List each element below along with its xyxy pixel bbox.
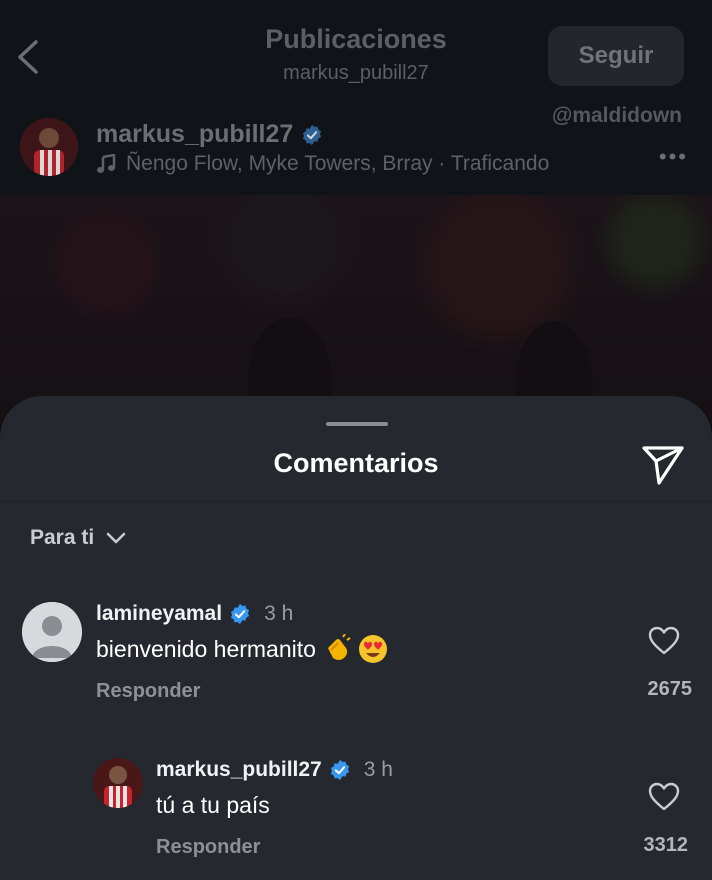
follow-button[interactable]: Seguir bbox=[548, 26, 684, 86]
comment-user-label: markus_pubill27 bbox=[156, 758, 322, 781]
sort-dropdown[interactable]: Para ti bbox=[30, 526, 126, 550]
comments-sheet: Comentarios Para ti lamineyamal 3 h bien… bbox=[0, 396, 712, 880]
comment-time: 3 h bbox=[264, 602, 294, 625]
like-count: 2675 bbox=[647, 678, 693, 700]
watermark: @maldidown bbox=[551, 104, 682, 127]
post-author-name: markus_pubill27 bbox=[96, 120, 294, 148]
verified-badge-icon bbox=[231, 603, 250, 625]
sheet-title: Comentarios bbox=[273, 448, 439, 478]
post-author[interactable]: markus_pubill27 bbox=[96, 120, 323, 149]
music-note-icon bbox=[97, 154, 116, 173]
post-header: Publicaciones markus_pubill27 Seguir @ma… bbox=[0, 0, 712, 195]
music-label: Ñengo Flow, Myke Towers, Brray · Trafica… bbox=[126, 152, 550, 175]
share-send-icon[interactable] bbox=[640, 444, 686, 486]
verified-badge-icon bbox=[330, 759, 349, 781]
comment-text-label: tú a tu país bbox=[156, 792, 270, 818]
avatar[interactable] bbox=[20, 118, 78, 176]
comment-user-label: lamineyamal bbox=[96, 602, 223, 625]
heart-icon[interactable] bbox=[648, 626, 680, 656]
heart-icon[interactable] bbox=[648, 782, 680, 812]
music-info[interactable]: Ñengo Flow, Myke Towers, Brray · Trafica… bbox=[96, 152, 549, 176]
comment-time: 3 h bbox=[363, 758, 393, 781]
clapping-hands-icon bbox=[327, 634, 351, 660]
avatar[interactable] bbox=[93, 758, 143, 808]
chevron-down-icon bbox=[106, 532, 126, 544]
comment-text-label: bienvenido hermanito bbox=[96, 635, 316, 662]
comment-text: tú a tu país bbox=[156, 792, 270, 819]
comment-username[interactable]: markus_pubill27 3 h bbox=[156, 758, 393, 782]
divider bbox=[0, 501, 712, 502]
comment-username[interactable]: lamineyamal 3 h bbox=[96, 602, 293, 626]
like-count: 3312 bbox=[643, 834, 689, 856]
heart-eyes-emoji-icon bbox=[358, 635, 387, 663]
sort-label: Para ti bbox=[30, 526, 95, 549]
comment-text: bienvenido hermanito bbox=[96, 634, 388, 664]
reply-button[interactable]: Responder bbox=[96, 680, 200, 703]
sheet-drag-handle[interactable] bbox=[326, 422, 388, 426]
avatar[interactable] bbox=[22, 602, 82, 662]
verified-badge-icon bbox=[303, 124, 322, 145]
reply-button[interactable]: Responder bbox=[156, 836, 260, 859]
post-image bbox=[0, 195, 712, 425]
more-options-icon[interactable]: ••• bbox=[659, 144, 688, 170]
